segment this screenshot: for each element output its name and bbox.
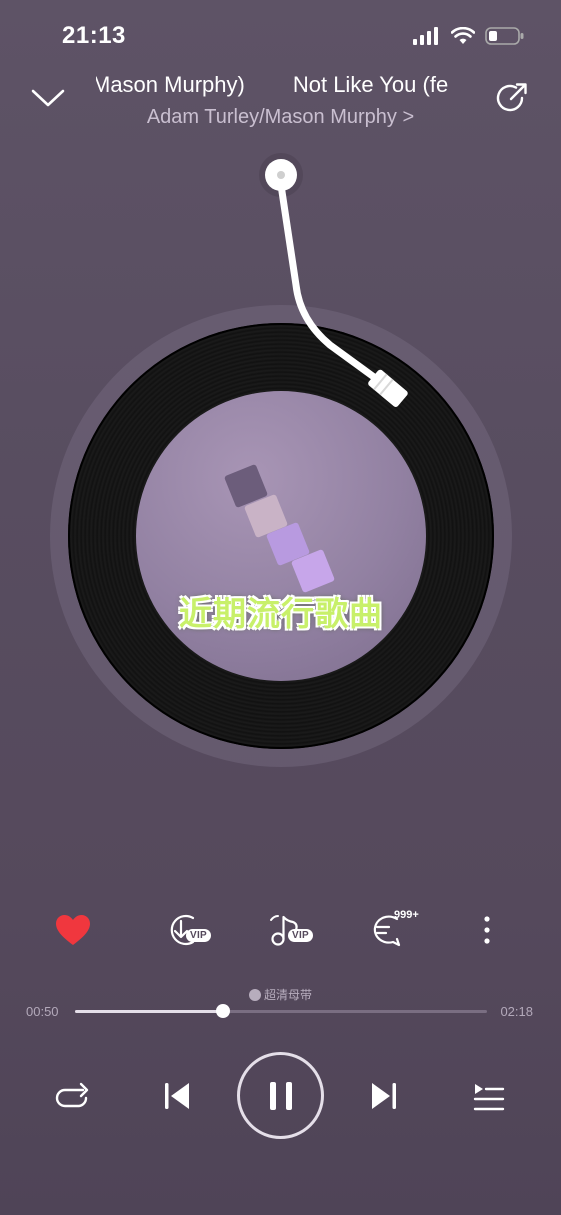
song-title: Not Like You (fe bbox=[292, 72, 449, 97]
chevron-right-icon: > bbox=[402, 106, 415, 128]
total-time: 02:18 bbox=[500, 1004, 533, 1019]
pause-button[interactable] bbox=[237, 1052, 324, 1139]
vip-badge: VIP bbox=[288, 929, 314, 942]
song-title-marquee: Mason Murphy) Not Like You (fe bbox=[96, 72, 462, 102]
current-time: 00:50 bbox=[26, 1004, 59, 1019]
like-button[interactable] bbox=[43, 902, 103, 958]
repeat-icon bbox=[55, 1082, 89, 1108]
heart-icon bbox=[56, 915, 90, 945]
ringtone-button[interactable]: VIP bbox=[257, 902, 317, 958]
comment-count: 999+ bbox=[394, 909, 419, 921]
more-button[interactable] bbox=[457, 902, 517, 958]
next-icon bbox=[372, 1083, 396, 1109]
artist-link[interactable]: Adam Turley/Mason Murphy > bbox=[0, 106, 561, 129]
progress-thumb[interactable] bbox=[216, 1004, 230, 1018]
cover-overlay-text: 近期流行歌曲 bbox=[179, 594, 383, 633]
artist-name: Adam Turley/Mason Murphy bbox=[146, 106, 397, 128]
comment-button[interactable]: 999+ bbox=[359, 902, 419, 958]
quality-selector[interactable]: 超清母带 bbox=[0, 986, 561, 1003]
pause-icon bbox=[269, 1081, 292, 1110]
playlist-button[interactable] bbox=[465, 1074, 511, 1120]
quality-label: 超清母带 bbox=[263, 988, 312, 1002]
vip-badge: VIP bbox=[186, 929, 212, 942]
playlist-icon bbox=[473, 1084, 505, 1111]
next-button[interactable] bbox=[362, 1074, 406, 1118]
more-vertical-icon bbox=[484, 916, 490, 944]
download-button[interactable]: VIP bbox=[155, 902, 215, 958]
status-icons bbox=[413, 26, 525, 46]
battery-icon bbox=[485, 27, 524, 45]
song-title-tail: Mason Murphy) bbox=[96, 72, 245, 97]
wifi-icon bbox=[451, 27, 475, 44]
previous-button[interactable] bbox=[155, 1074, 199, 1118]
signal-icon bbox=[413, 27, 438, 45]
quality-icon bbox=[248, 989, 261, 1001]
progress-fill bbox=[75, 1010, 223, 1013]
status-time: 21:13 bbox=[62, 22, 126, 49]
action-row: VIP VIP 999+ bbox=[0, 902, 561, 958]
repeat-button[interactable] bbox=[50, 1074, 96, 1120]
previous-icon bbox=[165, 1083, 189, 1109]
tonearm bbox=[259, 153, 408, 408]
